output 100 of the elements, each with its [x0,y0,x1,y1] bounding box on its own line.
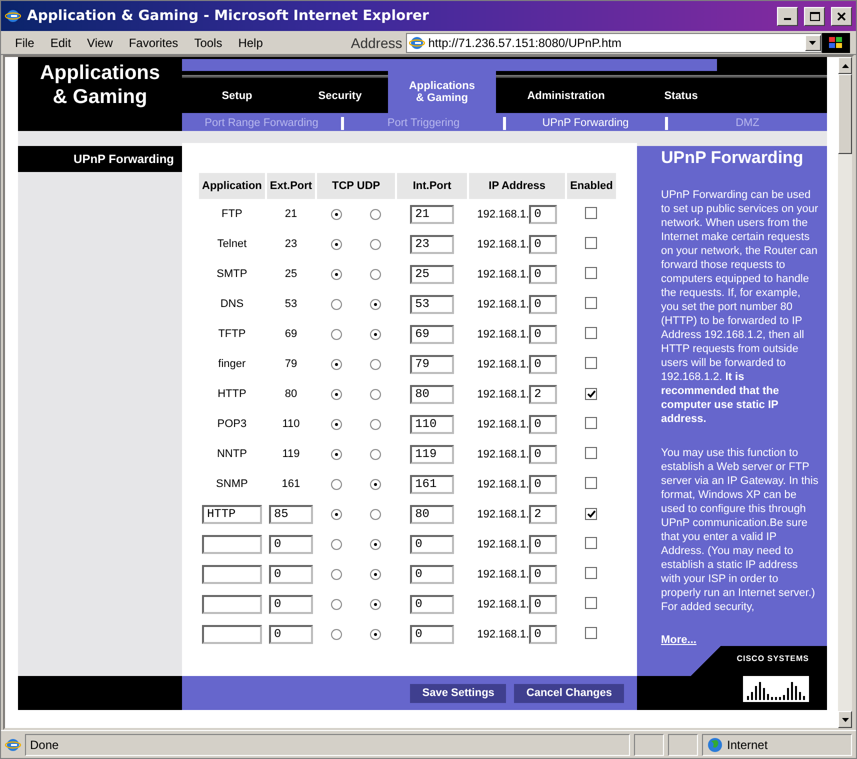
ip-field[interactable]: 2 [529,504,558,524]
ip-field[interactable]: 0 [529,564,558,584]
menu-item[interactable]: Edit [42,36,80,50]
udp-radio[interactable] [370,418,382,430]
tcp-radio[interactable] [331,358,342,370]
ip-field[interactable]: 0 [529,414,558,434]
ext-port-field[interactable]: 0 [268,594,313,614]
enabled-checkbox[interactable] [585,296,598,308]
ip-field[interactable]: 0 [529,474,558,494]
application-field[interactable] [202,624,262,644]
enabled-checkbox[interactable] [585,236,598,248]
udp-radio[interactable] [370,508,382,520]
tcp-radio[interactable] [331,418,342,430]
ip-field[interactable]: 0 [529,444,558,464]
menu-item[interactable]: Help [230,36,271,50]
udp-radio[interactable] [370,388,382,400]
tcp-radio[interactable] [331,568,342,580]
int-port-field[interactable]: 0 [410,594,454,614]
int-port-field[interactable]: 119 [410,444,454,464]
tcp-radio[interactable] [331,238,342,250]
ext-port-field[interactable]: 0 [268,534,313,554]
enabled-checkbox[interactable] [585,266,598,278]
enabled-checkbox[interactable] [585,626,598,638]
address-field[interactable]: http://71.236.57.151:8080/UPnP.htm [406,32,822,52]
enabled-checkbox[interactable] [585,206,598,218]
udp-radio[interactable] [370,298,382,310]
enabled-checkbox[interactable] [585,446,598,458]
enabled-checkbox[interactable] [585,356,598,368]
ext-port-field[interactable]: 0 [268,564,313,584]
nav-tab[interactable]: Setup [182,78,292,113]
enabled-checkbox[interactable] [585,388,598,400]
tcp-radio[interactable] [331,628,342,640]
tcp-radio[interactable] [331,208,342,220]
int-port-field[interactable]: 80 [410,384,454,404]
int-port-field[interactable]: 0 [410,564,454,584]
ip-field[interactable]: 0 [529,204,558,224]
tcp-radio[interactable] [331,448,342,460]
udp-radio[interactable] [370,628,382,640]
udp-radio[interactable] [370,598,382,610]
udp-radio[interactable] [370,238,382,250]
application-field[interactable] [202,564,262,584]
nav-tab[interactable]: Security [292,78,388,113]
enabled-checkbox[interactable] [585,536,598,548]
ip-field[interactable]: 0 [529,234,558,254]
nav-tab[interactable]: Status [636,78,726,113]
application-field[interactable] [202,594,262,614]
scroll-down-button[interactable] [838,711,852,728]
udp-radio[interactable] [370,328,382,340]
ip-field[interactable]: 0 [529,354,558,374]
enabled-checkbox[interactable] [585,596,598,608]
enabled-checkbox[interactable] [585,416,598,428]
int-port-field[interactable]: 21 [410,204,454,224]
udp-radio[interactable] [370,208,382,220]
tcp-radio[interactable] [331,298,342,310]
udp-radio[interactable] [370,538,382,550]
udp-radio[interactable] [370,358,382,370]
scroll-up-button[interactable] [838,57,852,74]
scroll-thumb[interactable] [838,74,852,154]
udp-radio[interactable] [370,268,382,280]
int-port-field[interactable]: 25 [410,264,454,284]
ip-field[interactable]: 0 [529,294,558,314]
tcp-radio[interactable] [331,388,342,400]
ip-field[interactable]: 0 [529,534,558,554]
menu-item[interactable]: View [79,36,121,50]
ip-field[interactable]: 2 [529,384,558,404]
subnav-tab[interactable]: UPnP Forwarding [542,117,629,129]
tcp-radio[interactable] [331,328,342,340]
int-port-field[interactable]: 80 [410,504,454,524]
enabled-checkbox[interactable] [585,566,598,578]
maximize-button[interactable] [804,6,825,26]
action-button[interactable]: Cancel Changes [514,684,624,702]
action-button[interactable]: Save Settings [410,684,506,702]
tcp-radio[interactable] [331,538,342,550]
udp-radio[interactable] [370,568,382,580]
ip-field[interactable]: 0 [529,624,558,644]
int-port-field[interactable]: 0 [410,624,454,644]
ip-field[interactable]: 0 [529,594,558,614]
nav-tab[interactable]: Applications & Gaming [388,71,496,113]
nav-tab[interactable]: Administration [496,78,636,113]
application-field[interactable] [202,534,262,554]
menu-item[interactable]: Tools [186,36,230,50]
int-port-field[interactable]: 79 [410,354,454,374]
int-port-field[interactable]: 23 [410,234,454,254]
enabled-checkbox[interactable] [585,476,598,488]
tcp-radio[interactable] [331,508,342,520]
more-link[interactable]: More... [661,634,827,646]
enabled-checkbox[interactable] [585,326,598,338]
ip-field[interactable]: 0 [529,264,558,284]
ext-port-field[interactable]: 0 [268,624,313,644]
tcp-radio[interactable] [331,598,342,610]
application-field[interactable]: HTTP [202,504,262,524]
minimize-button[interactable] [777,6,798,26]
udp-radio[interactable] [370,478,382,490]
ext-port-field[interactable]: 85 [268,504,313,524]
int-port-field[interactable]: 0 [410,534,454,554]
ip-field[interactable]: 0 [529,324,558,344]
int-port-field[interactable]: 161 [410,474,454,494]
menu-item[interactable]: Favorites [120,36,186,50]
int-port-field[interactable]: 110 [410,414,454,434]
udp-radio[interactable] [370,448,382,460]
